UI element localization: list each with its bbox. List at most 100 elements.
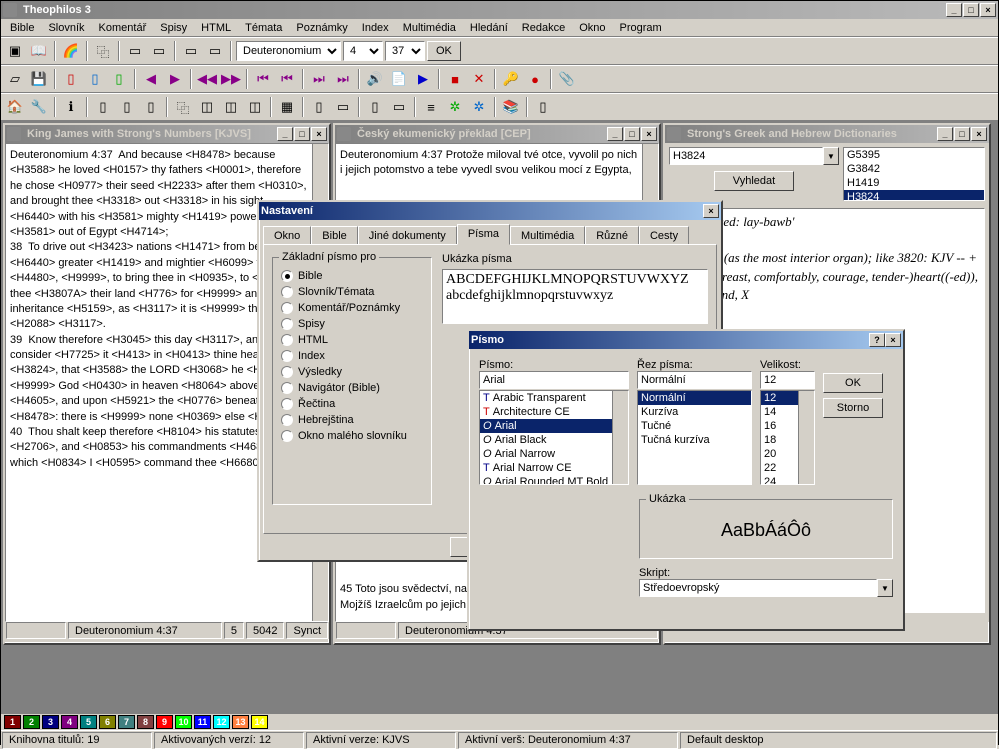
tb-btn[interactable]: ℹ	[60, 96, 82, 118]
tb-btn[interactable]: ▯	[116, 96, 138, 118]
tb-btn[interactable]: ◫	[220, 96, 242, 118]
list-item[interactable]: TArial Narrow CE	[480, 461, 628, 475]
style-input[interactable]	[637, 371, 752, 389]
chapter-select[interactable]: 4	[343, 41, 383, 61]
settings-titlebar[interactable]: Nastavení ×	[259, 202, 721, 220]
menu-program[interactable]: Program	[614, 20, 668, 36]
list-item[interactable]: Tučné	[638, 419, 751, 433]
tb-btn[interactable]: 💾	[28, 68, 50, 90]
tb-btn[interactable]: ⿻	[172, 96, 194, 118]
tb-btn[interactable]: 📚	[500, 96, 522, 118]
tb-btn[interactable]: 🏠	[4, 96, 26, 118]
tb-btn[interactable]: ▶	[164, 68, 186, 90]
radio-slovnik[interactable]: Slovník/Témata	[281, 284, 423, 300]
colortab-7[interactable]: 7	[118, 715, 135, 729]
tab-ruzne[interactable]: Různé	[585, 226, 639, 245]
tb-btn[interactable]: ✲	[444, 96, 466, 118]
tb-btn[interactable]: ▯	[308, 96, 330, 118]
list-item[interactable]: Tučná kurzíva	[638, 433, 751, 447]
tb-btn[interactable]: ▯	[60, 68, 82, 90]
close-button[interactable]: ×	[980, 3, 996, 17]
script-select[interactable]	[639, 579, 877, 597]
tb-btn[interactable]: ▯	[108, 68, 130, 90]
tb-btn[interactable]: 🔑	[500, 68, 522, 90]
size-list[interactable]: 12 14 16 18 20 22 24	[760, 390, 815, 485]
menu-komentar[interactable]: Komentář	[93, 20, 153, 36]
tb-btn[interactable]: ▦	[276, 96, 298, 118]
tb-btn[interactable]: 🌈	[60, 40, 82, 62]
list-item[interactable]: OArial	[480, 419, 628, 433]
list-item[interactable]: OArial Rounded MT Bold	[480, 475, 628, 485]
close-button[interactable]: ×	[311, 127, 327, 141]
list-item[interactable]: TArchitecture CE	[480, 405, 628, 419]
tb-btn[interactable]: ▣	[4, 40, 26, 62]
tb-btn[interactable]: ✕	[468, 68, 490, 90]
list-item[interactable]: OArial Narrow	[480, 447, 628, 461]
tb-btn[interactable]: ▭	[204, 40, 226, 62]
tb-btn[interactable]: 📖	[28, 40, 50, 62]
maximize-button[interactable]: □	[294, 127, 310, 141]
radio-hebrejstina[interactable]: Hebrejština	[281, 412, 423, 428]
tb-btn[interactable]: ◫	[196, 96, 218, 118]
tb-btn[interactable]: ◫	[244, 96, 266, 118]
strongs-titlebar[interactable]: Strong's Greek and Hebrew Dictionaries _…	[665, 125, 989, 143]
list-item[interactable]: H3824	[844, 190, 984, 201]
tb-btn[interactable]: ▯	[92, 96, 114, 118]
maximize-button[interactable]: □	[624, 127, 640, 141]
menu-temata[interactable]: Témata	[239, 20, 288, 36]
menu-bible[interactable]: Bible	[4, 20, 40, 36]
tb-btn[interactable]: ◀	[140, 68, 162, 90]
tb-btn[interactable]: 🔊	[364, 68, 386, 90]
radio-html[interactable]: HTML	[281, 332, 423, 348]
strongs-search-button[interactable]: Vyhledat	[714, 171, 794, 191]
colortab-5[interactable]: 5	[80, 715, 97, 729]
tb-btn[interactable]: 📎	[556, 68, 578, 90]
minimize-button[interactable]: _	[937, 127, 953, 141]
font-list[interactable]: TArabic Transparent TArchitecture CE OAr…	[479, 390, 629, 485]
colortab-1[interactable]: 1	[4, 715, 21, 729]
tb-btn[interactable]: ▱	[4, 68, 26, 90]
dropdown-icon[interactable]: ▼	[823, 147, 839, 165]
radio-rectina[interactable]: Řečtina	[281, 396, 423, 412]
font-input[interactable]	[479, 371, 629, 389]
list-item[interactable]: G5395	[844, 148, 984, 162]
radio-index[interactable]: Index	[281, 348, 423, 364]
tb-btn[interactable]: ▭	[124, 40, 146, 62]
menu-hledani[interactable]: Hledání	[464, 20, 514, 36]
colortab-3[interactable]: 3	[42, 715, 59, 729]
tb-btn[interactable]: ⏮	[276, 68, 298, 90]
menu-spisy[interactable]: Spisy	[154, 20, 193, 36]
colortab-12[interactable]: 12	[213, 715, 230, 729]
tb-btn[interactable]: ■	[444, 68, 466, 90]
tb-btn[interactable]: ⏮	[252, 68, 274, 90]
tb-btn[interactable]: ▯	[84, 68, 106, 90]
tb-btn[interactable]: ▯	[140, 96, 162, 118]
goto-ok-button[interactable]: OK	[427, 41, 461, 61]
style-list[interactable]: Normální Kurzíva Tučné Tučná kurzíva	[637, 390, 752, 485]
menu-html[interactable]: HTML	[195, 20, 237, 36]
tb-btn[interactable]: ⏭	[332, 68, 354, 90]
font-titlebar[interactable]: Písmo ? ×	[469, 331, 903, 349]
tb-btn[interactable]: ▭	[148, 40, 170, 62]
list-item[interactable]: G3842	[844, 162, 984, 176]
scrollbar[interactable]	[798, 391, 814, 484]
tab-jine[interactable]: Jiné dokumenty	[358, 226, 457, 245]
strongs-history[interactable]: G5395 G3842 H1419 H3824	[843, 147, 985, 201]
tab-okno[interactable]: Okno	[263, 226, 311, 245]
colortab-8[interactable]: 8	[137, 715, 154, 729]
minimize-button[interactable]: _	[946, 3, 962, 17]
tb-btn[interactable]: ▭	[180, 40, 202, 62]
menu-poznamky[interactable]: Poznámky	[290, 20, 353, 36]
book-select[interactable]: Deuteronomium	[236, 41, 341, 61]
radio-okno-slovniku[interactable]: Okno malého slovníku	[281, 428, 423, 444]
tb-btn[interactable]: ⿻	[92, 40, 114, 62]
tb-btn[interactable]: 🔧	[28, 96, 50, 118]
radio-vysledky[interactable]: Výsledky	[281, 364, 423, 380]
help-button[interactable]: ?	[869, 333, 885, 347]
font-ok-button[interactable]: OK	[823, 373, 883, 393]
maximize-button[interactable]: □	[963, 3, 979, 17]
menu-redakce[interactable]: Redakce	[516, 20, 571, 36]
close-button[interactable]: ×	[971, 127, 987, 141]
minimize-button[interactable]: _	[607, 127, 623, 141]
radio-spisy[interactable]: Spisy	[281, 316, 423, 332]
